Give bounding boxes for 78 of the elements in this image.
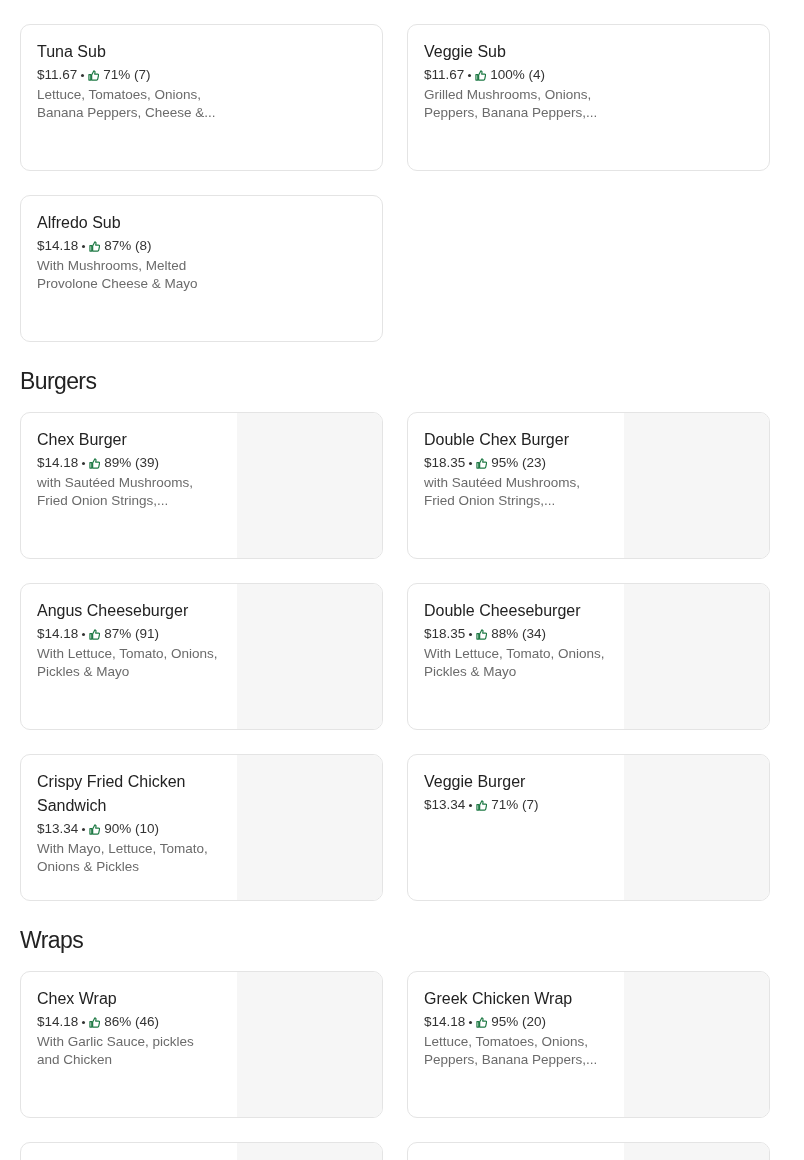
separator-dot (82, 827, 86, 831)
item-rating: 87% (8) (104, 237, 152, 255)
item-price: $14.18 (37, 1013, 79, 1031)
item-name: Alfredo Sub (37, 213, 122, 233)
thumbs-up-icon (476, 799, 488, 811)
item-rating: 86% (46) (104, 1013, 160, 1031)
separator-dot (81, 73, 85, 77)
separator-dot (468, 73, 472, 77)
menu-item-card[interactable]: Crispy Fried Chicken Sandwich $13.34 90% (10) With Mayo, Lettuce, Tomato, Onions & Pickles (20, 754, 383, 901)
item-name: Chex Wrap (37, 989, 118, 1009)
item-description: With Lettuce, Tomato, Onions, Pickles & Mayo (424, 645, 605, 681)
item-rating: 90% (10) (104, 820, 160, 838)
thumbs-up-icon (88, 69, 100, 81)
item-price: $18.35 (424, 454, 466, 472)
item-name: Veggie Sub (424, 42, 507, 62)
separator-dot (82, 1020, 86, 1024)
item-name: Angus Cheeseburger (37, 601, 190, 621)
menu-item-card[interactable]: Double Chex Burger $18.35 95% (23) with Sautéed Mushrooms, Fried Onion Strings,... (407, 412, 770, 559)
item-price: $13.34 (424, 796, 466, 814)
separator-dot (469, 1020, 473, 1024)
item-rating: 95% (20) (491, 1013, 547, 1031)
item-name: Crispy Fried Chicken Sandwich (37, 772, 187, 816)
item-name: Tuna Sub (37, 42, 107, 62)
item-name: Greek Chicken Wrap (424, 989, 574, 1009)
thumbs-up-icon (89, 1016, 101, 1028)
item-price: $14.18 (37, 454, 79, 472)
item-rating: 87% (91) (104, 625, 160, 643)
item-name: Double Cheeseburger (424, 601, 582, 621)
thumbs-up-icon (89, 457, 101, 469)
item-name: Veggie Burger (424, 772, 527, 792)
thumbs-up-icon (475, 69, 487, 81)
menu-item-card[interactable]: Greek Chicken Wrap $14.18 95% (20) Lettuce, Tomatoes, Onions, Peppers, Banana Peppers,... (407, 971, 770, 1118)
menu-item-card[interactable]: Double Cheeseburger $18.35 88% (34) With Lettuce, Tomato, Onions, Pickles & Mayo (407, 583, 770, 730)
item-description: With Garlic Sauce, pickles and Chicken (37, 1033, 195, 1069)
menu-item-card[interactable]: Veggie Sub $11.67 100% (4) Grilled Mushrooms, Onions, Peppers, Banana Peppers,... (407, 24, 770, 171)
menu-item-card[interactable]: Alfredo Sub $14.18 87% (8) With Mushrooms, Melted Provolone Cheese & Mayo (20, 195, 383, 342)
separator-dot (469, 632, 473, 636)
item-name: Chex Burger (37, 430, 128, 450)
thumbs-up-icon (89, 628, 101, 640)
menu-item-card[interactable]: Tuna Sub $11.67 71% (7) Lettuce, Tomatoes, Onions, Banana Peppers, Cheese &... (20, 24, 383, 171)
menu-item-card[interactable]: Angus Cheeseburger $14.18 87% (91) With Lettuce, Tomato, Onions, Pickles & Mayo (20, 583, 383, 730)
separator-dot (82, 632, 86, 636)
item-description: Lettuce, Tomatoes, Onions, Banana Peppers, Cheese &... (37, 86, 217, 122)
item-description: with Sautéed Mushrooms, Fried Onion Strings,... (424, 474, 582, 510)
item-rating: 95% (23) (491, 454, 547, 472)
item-description: Grilled Mushrooms, Onions, Peppers, Banana Peppers,... (424, 86, 599, 122)
thumbs-up-icon (476, 628, 488, 640)
item-price: $14.18 (37, 625, 79, 643)
separator-dot (469, 803, 473, 807)
section-heading: Wraps (20, 926, 85, 955)
item-price: $11.67 (424, 66, 465, 84)
item-price: $14.18 (424, 1013, 466, 1031)
thumbs-up-icon (476, 1016, 488, 1028)
item-rating: 88% (34) (491, 625, 547, 643)
item-price: $18.35 (424, 625, 466, 643)
item-price: $14.18 (37, 237, 79, 255)
separator-dot (82, 461, 86, 465)
item-rating: 89% (39) (104, 454, 160, 472)
item-description: with Sautéed Mushrooms, Fried Onion Strings,... (37, 474, 195, 510)
menu-item-card[interactable]: Chex Burger $14.18 89% (39) with Sautéed Mushrooms, Fried Onion Strings,... (20, 412, 383, 559)
section-heading: Burgers (20, 367, 98, 396)
item-rating: 100% (4) (490, 66, 546, 84)
item-rating: 71% (7) (103, 66, 151, 84)
thumbs-up-icon (89, 240, 101, 252)
thumbs-up-icon (476, 457, 488, 469)
item-description: With Mayo, Lettuce, Tomato, Onions & Pickles (37, 840, 209, 876)
item-description: With Mushrooms, Melted Provolone Cheese & Mayo (37, 257, 199, 293)
item-name: Double Chex Burger (424, 430, 570, 450)
menu-item-card[interactable]: Veggie Burger $13.34 71% (7) (407, 754, 770, 901)
item-price: $11.67 (37, 66, 78, 84)
item-description: Lettuce, Tomatoes, Onions, Peppers, Banana Peppers,... (424, 1033, 599, 1069)
menu-item-card[interactable]: Chex Wrap $14.18 86% (46) With Garlic Sauce, pickles and Chicken (20, 971, 383, 1118)
separator-dot (82, 244, 86, 248)
item-description: With Lettuce, Tomato, Onions, Pickles & Mayo (37, 645, 218, 681)
thumbs-up-icon (89, 823, 101, 835)
item-rating: 71% (7) (491, 796, 539, 814)
item-price: $13.34 (37, 820, 79, 838)
separator-dot (469, 461, 473, 465)
